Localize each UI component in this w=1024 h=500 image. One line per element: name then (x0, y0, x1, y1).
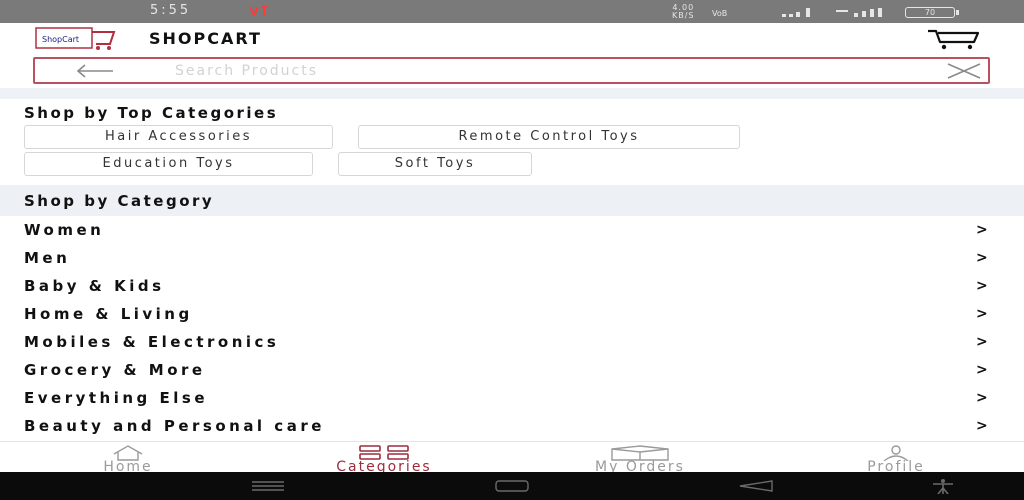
app-header: ShopCart SHOPCART (0, 23, 1024, 55)
battery-icon: 70 (905, 7, 959, 18)
category-label: Women (24, 221, 105, 239)
signal-icon (782, 8, 810, 17)
top-categories-title: Shop by Top Categories (24, 104, 279, 122)
chip-soft-toys[interactable]: Soft Toys (338, 152, 532, 176)
category-row-baby-kids[interactable]: Baby & Kids > (0, 272, 1024, 300)
status-bar: 5:55 4.00 KB/S VoB 70 (0, 0, 1024, 23)
chip-hair-accessories[interactable]: Hair Accessories (24, 125, 333, 149)
chevron-right-icon: > (976, 250, 988, 266)
svg-text:VoB: VoB (712, 9, 727, 17)
category-row-women[interactable]: Women > (0, 216, 1024, 244)
category-title: Shop by Category (24, 192, 215, 210)
chevron-right-icon: > (976, 362, 988, 378)
category-row-mobiles-electronics[interactable]: Mobiles & Electronics > (0, 328, 1024, 356)
nav-my-orders[interactable]: My Orders (552, 442, 728, 475)
menu-icon[interactable] (250, 480, 286, 492)
category-row-men[interactable]: Men > (0, 244, 1024, 272)
category-label: Home & Living (24, 305, 193, 323)
category-label: Beauty and Personal care (24, 417, 325, 435)
category-label: Men (24, 249, 71, 267)
status-time: 5:55 (150, 3, 192, 18)
network-speed: 4.00 KB/S (672, 3, 695, 20)
nav-profile[interactable]: Profile (840, 442, 952, 475)
nav-home[interactable]: Home (72, 442, 184, 475)
carrier-icon (249, 6, 268, 16)
chip-remote-control-toys[interactable]: Remote Control Toys (358, 125, 740, 149)
category-row-home-living[interactable]: Home & Living > (0, 300, 1024, 328)
chevron-right-icon: > (976, 306, 988, 322)
logo-text: ShopCart (42, 35, 79, 44)
arrow-left-icon[interactable] (75, 63, 115, 79)
chevron-right-icon: > (976, 390, 988, 406)
category-row-everything-else[interactable]: Everything Else > (0, 384, 1024, 412)
close-icon[interactable] (945, 63, 983, 79)
page-title: SHOPCART (149, 29, 262, 48)
shopcart-logo: ShopCart (35, 27, 116, 50)
accessibility-icon[interactable] (930, 478, 956, 494)
search-input[interactable] (175, 60, 875, 82)
category-label: Everything Else (24, 389, 208, 407)
system-nav-bar (0, 472, 1024, 500)
home-button-icon[interactable] (494, 479, 530, 493)
bottom-nav: Home Categories My Orders Profile (0, 441, 1024, 475)
volte-icon: VoB (712, 9, 727, 17)
category-row-grocery-more[interactable]: Grocery & More > (0, 356, 1024, 384)
signal-icon-2 (836, 8, 882, 17)
search-bar (33, 57, 990, 84)
category-label: Grocery & More (24, 361, 206, 379)
chevron-right-icon: > (976, 418, 988, 434)
section-divider (0, 88, 1024, 99)
chip-education-toys[interactable]: Education Toys (24, 152, 313, 176)
category-row-beauty-personal-care[interactable]: Beauty and Personal care > (0, 412, 1024, 440)
back-button-icon[interactable] (738, 479, 774, 493)
chevron-right-icon: > (976, 278, 988, 294)
category-label: Mobiles & Electronics (24, 333, 280, 351)
category-label: Baby & Kids (24, 277, 165, 295)
cart-icon[interactable] (926, 28, 982, 50)
nav-categories[interactable]: Categories (296, 442, 472, 475)
chevron-right-icon: > (976, 334, 988, 350)
chevron-right-icon: > (976, 222, 988, 238)
